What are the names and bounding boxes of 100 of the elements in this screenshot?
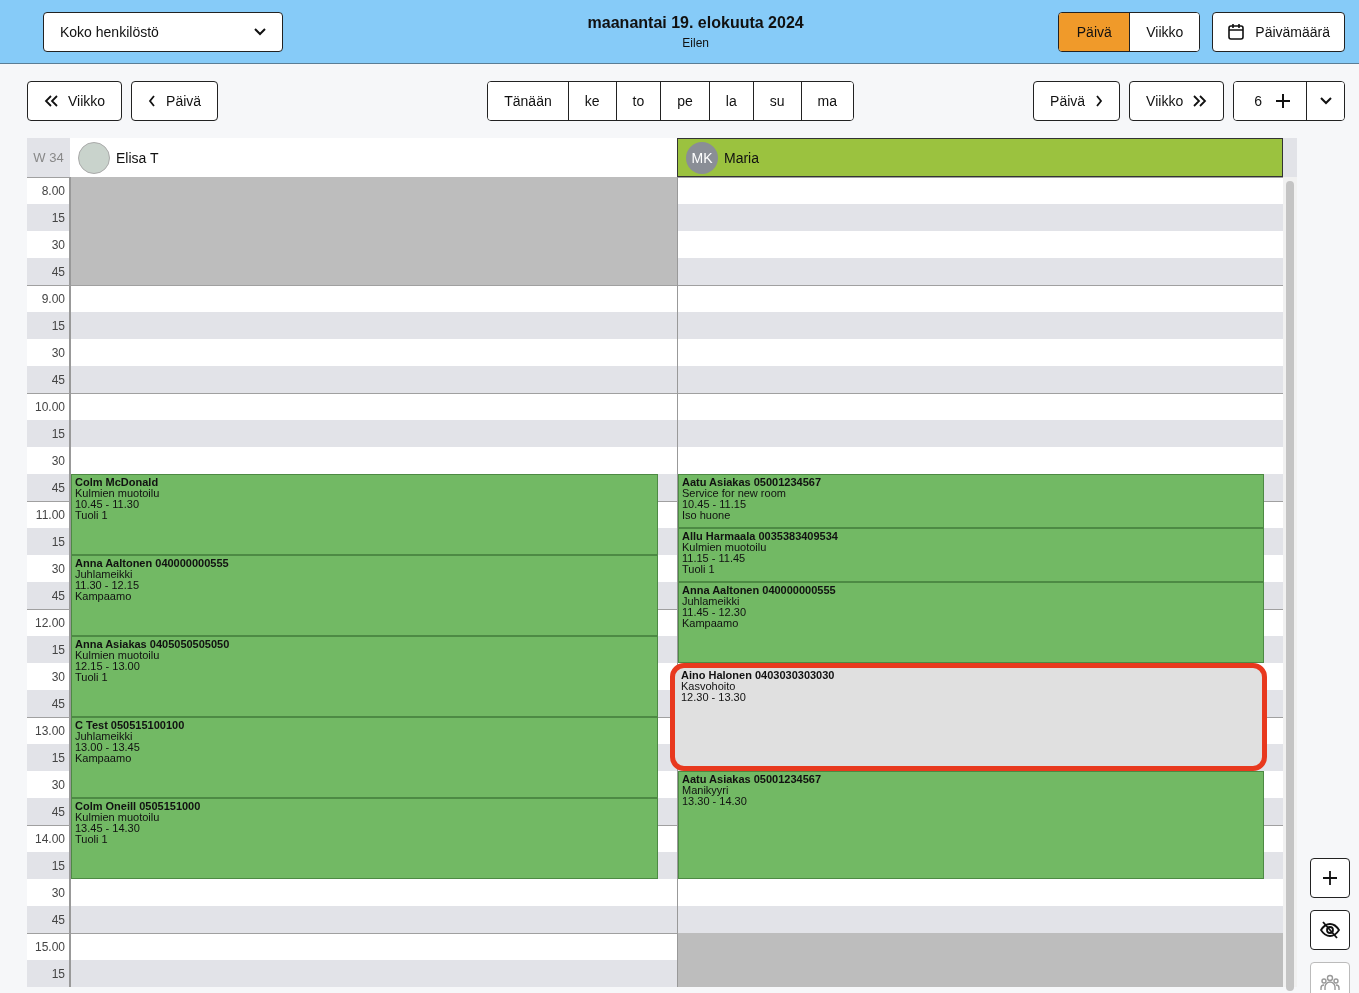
appointment-card[interactable]: Anna Aaltonen 040000000555 Juhlameikki 11.30 - 12.15 Kampaamo	[71, 555, 658, 636]
eye-slash-icon	[1320, 921, 1340, 939]
time-label: 45	[27, 798, 70, 825]
time-label: 15	[27, 420, 70, 447]
appointment-resource: Tuoli 1	[75, 834, 109, 845]
appointment-card[interactable]: C Test 050515100100 Juhlameikki 13.00 - 13.45 Kampaamo	[71, 717, 658, 798]
calendar-icon	[1227, 22, 1246, 41]
time-label: 45	[27, 906, 70, 933]
appointment-service: Juhlameikki	[682, 596, 741, 607]
back-button[interactable]: Viikko	[27, 81, 123, 121]
forward-button[interactable]: Viikko	[1129, 81, 1225, 121]
view-toggle-tab[interactable]: Viikko	[1129, 12, 1200, 51]
appointment-client: Colm McDonald	[75, 477, 160, 488]
appointment-time: 13.45 - 14.30	[75, 823, 141, 834]
time-label: 14.00	[27, 825, 70, 852]
appointment-time: 13.00 - 13.45	[75, 742, 141, 753]
time-label: 15	[27, 528, 70, 555]
appointment-client: Aino Halonen 0403030303030	[681, 670, 836, 681]
avatar-photo-placeholder	[78, 141, 110, 174]
add-action-button[interactable]	[1310, 858, 1350, 898]
appointment-client: C Test 050515100100	[75, 720, 186, 731]
time-label: 15.00	[27, 933, 70, 960]
day-shortcut-button[interactable]: ma	[800, 82, 853, 120]
time-label: 45	[27, 474, 70, 501]
appointment-time: 11.45 - 12.30	[682, 607, 747, 618]
relative-day-label: Eilen	[681, 35, 710, 50]
double-chevron-right-icon	[1193, 95, 1208, 107]
dropdown-toggle[interactable]	[1306, 82, 1344, 120]
date-picker-button[interactable]: Päivämäärä	[1212, 11, 1345, 52]
appointment-time: 10.45 - 11.30	[75, 499, 140, 510]
appointment-time: 13.30 - 14.30	[682, 796, 748, 807]
appointment-client: Colm Oneill 0505151000	[75, 801, 202, 812]
appointment-time: 11.15 - 11.45	[682, 553, 747, 564]
staff-filter-dropdown[interactable]: Koko henkilöstö	[43, 11, 283, 52]
time-label: 45	[27, 582, 70, 609]
appointment-card[interactable]: Colm Oneill 0505151000 Kulmien muotoilu 13.45 - 14.30 Tuoli 1	[71, 798, 658, 879]
scrollbar-thumb[interactable]	[1286, 181, 1294, 991]
appointment-resource: Tuoli 1	[75, 672, 109, 683]
appointment-service: Kasvohoito	[681, 681, 737, 692]
staff-day-column[interactable]	[70, 177, 677, 987]
time-label: 30	[27, 771, 70, 798]
view-toggle-tab[interactable]: Päivä	[1059, 12, 1130, 51]
time-label: 15	[27, 744, 70, 771]
plus-icon	[1276, 94, 1290, 108]
appointment-service: Kulmien muotoilu	[682, 542, 768, 553]
time-label: 11.00	[27, 501, 70, 528]
week-number: W 34	[27, 138, 70, 177]
appointment-card[interactable]: Colm McDonald Kulmien muotoilu 10.45 - 11.30 Tuoli 1	[71, 474, 658, 555]
time-label: 15	[27, 852, 70, 879]
chevron-down-icon	[254, 27, 266, 36]
appointment-resource: Kampaamo	[682, 618, 740, 629]
appointment-card[interactable]: Aino Halonen 0403030303030 Kasvohoito 12.30 - 13.30	[670, 663, 1267, 771]
staff-header[interactable]: Elisa T	[70, 138, 677, 177]
appointment-client: Anna Aaltonen 040000000555	[682, 585, 837, 596]
time-label: 30	[27, 555, 70, 582]
appointment-service: Juhlameikki	[75, 731, 134, 742]
appointment-client: Aatu Asiakas 05001234567	[682, 477, 823, 488]
time-label: 15	[27, 312, 70, 339]
time-label: 15	[27, 204, 70, 231]
appointment-card[interactable]: Anna Asiakas 0405050505050 Kulmien muotoilu 12.15 - 13.00 Tuoli 1	[71, 636, 658, 717]
appointment-resource: Iso huone	[682, 510, 732, 521]
time-label: 10.00	[27, 393, 70, 420]
back-button[interactable]: Päivä	[131, 81, 219, 121]
double-chevron-left-icon	[44, 95, 58, 107]
appointment-card[interactable]: Allu Harmaala 0035383409534 Kulmien muotoilu 11.15 - 11.45 Tuoli 1	[678, 528, 1264, 582]
appointment-client: Allu Harmaala 0035383409534	[682, 531, 839, 542]
appointment-card[interactable]: Aatu Asiakas 05001234567 Service for new room 10.45 - 11.15 Iso huone	[678, 474, 1264, 528]
staff-header[interactable]: MK Maria	[677, 138, 1283, 177]
appointment-client: Anna Asiakas 0405050505050	[75, 639, 231, 650]
appointment-time: 12.30 - 13.30	[681, 692, 747, 703]
chevron-right-icon	[1095, 95, 1104, 107]
appointment-service: Kulmien muotoilu	[75, 812, 161, 823]
time-label: 13.00	[27, 717, 70, 744]
appointment-time: 11.30 - 12.15	[75, 580, 140, 591]
staff-name: Elisa T	[116, 149, 159, 166]
appointment-resource: Kampaamo	[75, 753, 133, 764]
appointment-service: Kulmien muotoilu	[75, 488, 161, 499]
chevron-left-icon	[148, 95, 157, 107]
appointment-card[interactable]: Aatu Asiakas 05001234567 Manikyyri 13.30 - 14.30	[678, 771, 1264, 879]
time-label: 30	[27, 231, 70, 258]
appointment-service: Service for new room	[682, 488, 787, 499]
staff-name: Maria	[724, 149, 759, 166]
appointment-service: Kulmien muotoilu	[75, 650, 161, 661]
time-label: 9.00	[27, 285, 70, 312]
time-label: 45	[27, 366, 70, 393]
time-label: 30	[27, 447, 70, 474]
date-title: maanantai 19. elokuuta 2024	[586, 13, 805, 32]
hide-action-button[interactable]	[1310, 910, 1350, 950]
appointment-service: Juhlameikki	[75, 569, 134, 580]
forward-button[interactable]: Päivä	[1033, 81, 1121, 121]
time-label: 30	[27, 339, 70, 366]
appointment-card[interactable]: Anna Aaltonen 040000000555 Juhlameikki 11.45 - 12.30 Kampaamo	[678, 582, 1264, 663]
header-filler	[1283, 138, 1297, 177]
appointment-resource: Tuoli 1	[682, 564, 716, 575]
chevron-down-icon	[1319, 97, 1332, 105]
appointment-time: 12.15 - 13.00	[75, 661, 141, 672]
time-label: 30	[27, 663, 70, 690]
appointment-client: Aatu Asiakas 05001234567	[682, 774, 823, 785]
time-label: 8.00	[27, 177, 70, 204]
time-label: 45	[27, 258, 70, 285]
